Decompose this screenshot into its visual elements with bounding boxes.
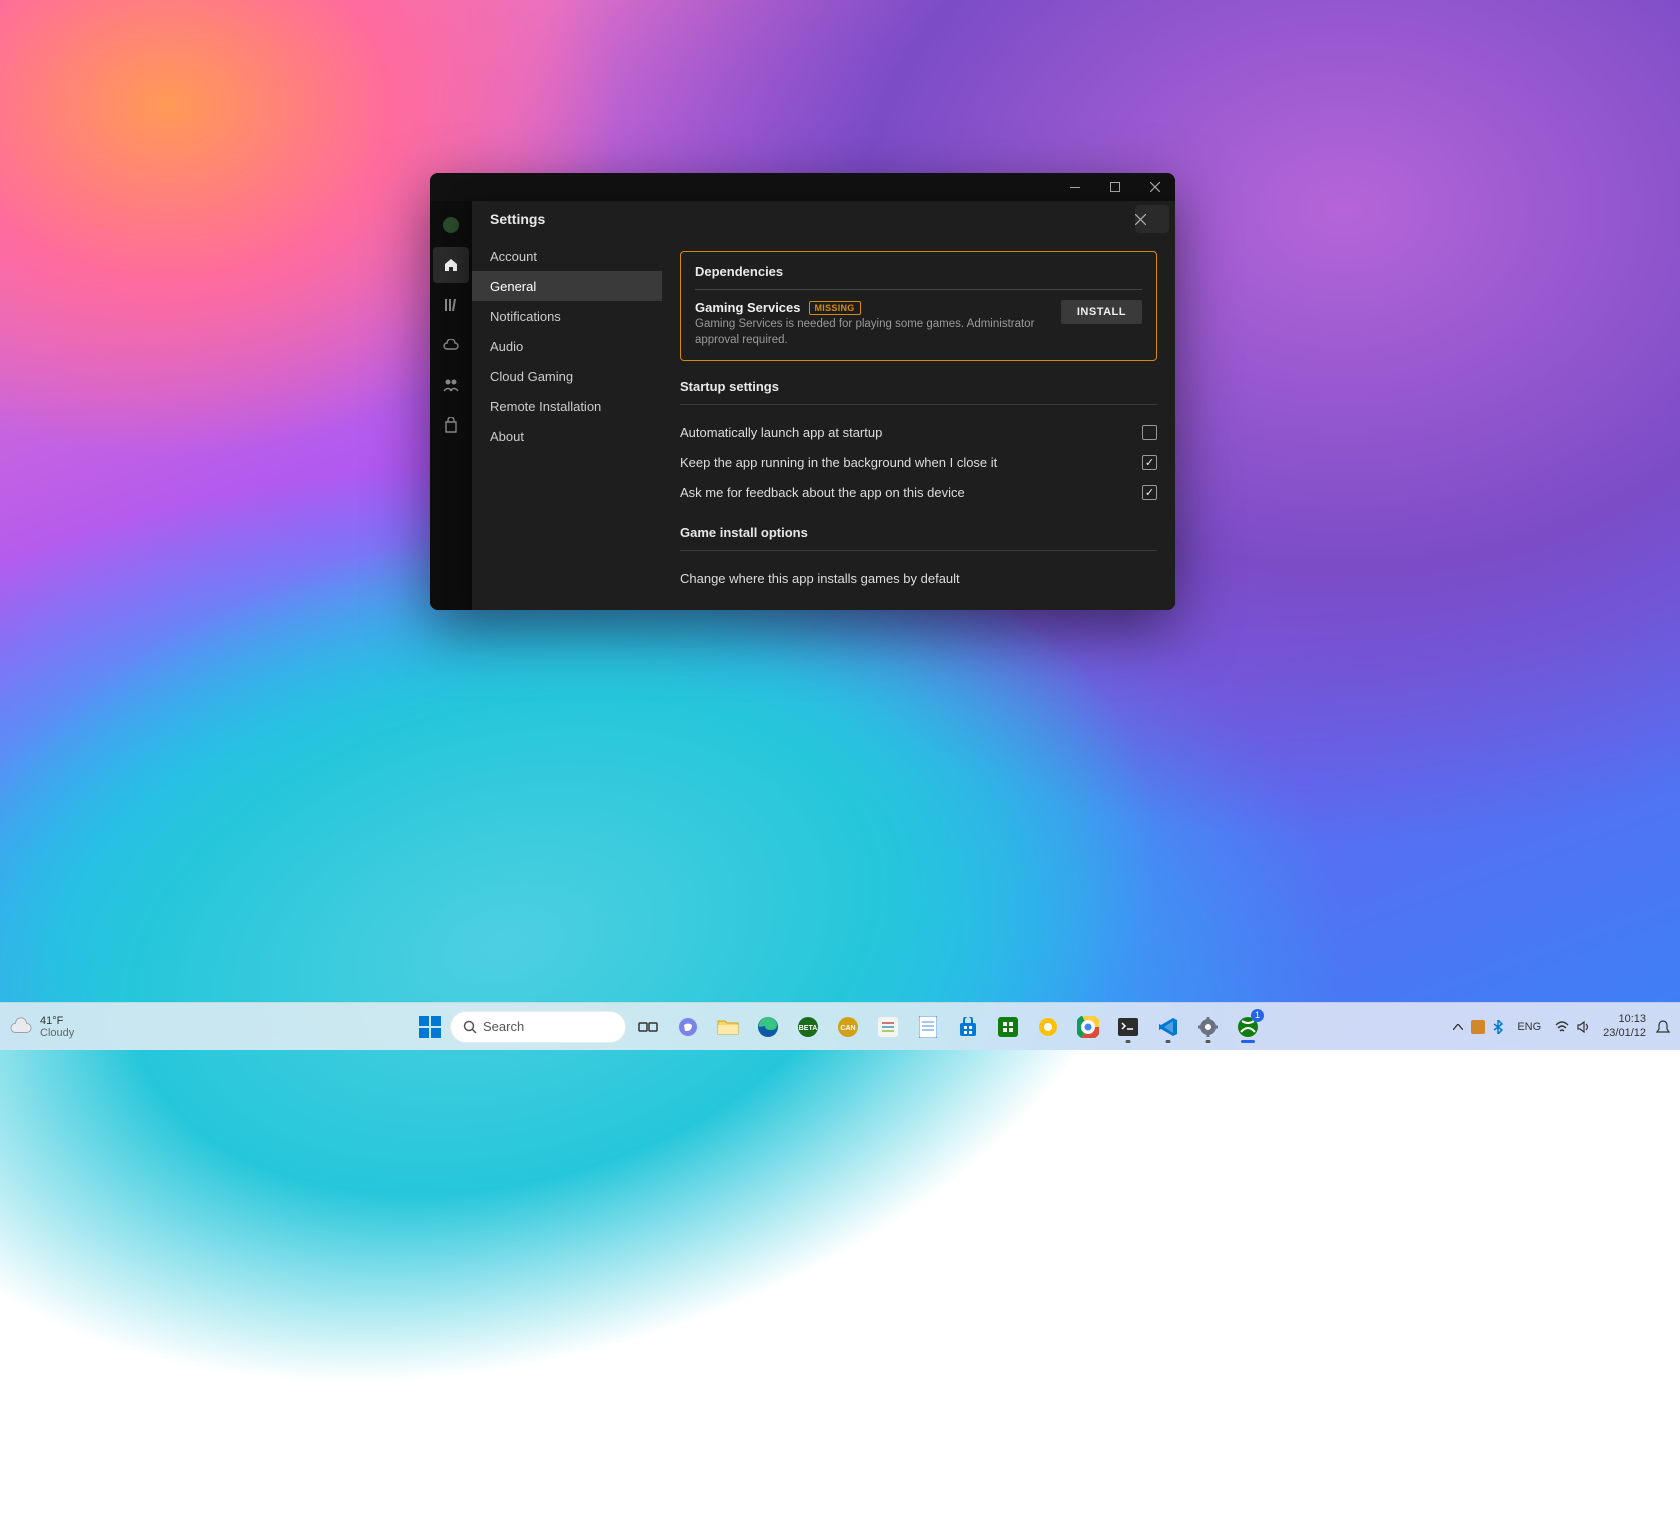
taskbar-clock[interactable]: 10:13 23/01/12 [1603, 1013, 1646, 1041]
tray-quick-settings[interactable] [1551, 1021, 1593, 1033]
settings-nav: Account General Notifications Audio Clou… [472, 237, 662, 610]
svg-text:BETA: BETA [799, 1025, 818, 1032]
settings-title: Settings [490, 211, 545, 227]
close-icon [1135, 214, 1146, 225]
taskbar-terminal[interactable] [1110, 1009, 1146, 1045]
install-button[interactable]: INSTALL [1061, 300, 1142, 324]
option-feedback: Ask me for feedback about the app on thi… [680, 477, 1157, 507]
taskbar-taskview[interactable] [630, 1009, 666, 1045]
settings-modal: Settings Account General Notifications A… [472, 201, 1175, 610]
nav-account[interactable]: Account [472, 241, 662, 271]
dependencies-heading: Dependencies [695, 264, 1142, 279]
taskbar-edge-canary[interactable]: CAN [830, 1009, 866, 1045]
weather-widget[interactable]: 41°F Cloudy [10, 1015, 74, 1039]
weather-condition: Cloudy [40, 1027, 74, 1039]
taskbar-vscode[interactable] [1150, 1009, 1186, 1045]
missing-badge: MISSING [809, 301, 861, 315]
windows-icon [419, 1016, 441, 1038]
taskbar-app-3[interactable] [1030, 1009, 1066, 1045]
badge-count: 1 [1251, 1009, 1264, 1022]
svg-text:CAN: CAN [840, 1025, 855, 1032]
tray-icon-1[interactable] [1471, 1020, 1485, 1034]
minimize-button[interactable] [1055, 173, 1095, 201]
window-titlebar [430, 173, 1175, 201]
app-sidebar [430, 201, 472, 610]
bag-icon [444, 417, 458, 433]
home-icon [443, 257, 459, 273]
tray-bluetooth[interactable] [1493, 1020, 1503, 1034]
nav-cloud-gaming[interactable]: Cloud Gaming [472, 361, 662, 391]
sidebar-friends[interactable] [433, 367, 469, 403]
taskbar-xbox-app[interactable]: 1 [1230, 1009, 1266, 1045]
startup-heading: Startup settings [680, 379, 1157, 394]
minimize-icon [1070, 187, 1080, 188]
bluetooth-icon [1493, 1020, 1503, 1034]
settings-content: Dependencies Gaming Services MISSING Gam… [662, 237, 1175, 610]
option-auto-launch: Automatically launch app at startup [680, 417, 1157, 447]
taskbar: 41°F Cloudy Search BETA CAN [0, 1002, 1680, 1050]
install-options-heading: Game install options [680, 525, 1157, 540]
sidebar-library[interactable] [433, 287, 469, 323]
close-icon [1150, 182, 1160, 192]
sidebar-cloud[interactable] [433, 327, 469, 363]
checkbox-auto-launch[interactable] [1142, 425, 1157, 440]
option-install-location: Change where this app installs games by … [680, 563, 1157, 593]
checkbox-feedback[interactable]: ✓ [1142, 485, 1157, 500]
close-window-button[interactable] [1135, 173, 1175, 201]
tray-language[interactable]: ENG [1517, 1021, 1541, 1033]
nav-about[interactable]: About [472, 421, 662, 451]
sidebar-home[interactable] [433, 247, 469, 283]
people-icon [443, 378, 459, 392]
option-background: Keep the app running in the background w… [680, 447, 1157, 477]
bell-icon [1656, 1020, 1670, 1034]
start-button[interactable] [414, 1011, 446, 1043]
wifi-icon [1555, 1021, 1569, 1033]
close-settings-button[interactable] [1135, 205, 1169, 233]
xbox-app-window: Instal game goes here. Settings Accou [430, 173, 1175, 610]
search-icon [463, 1020, 477, 1034]
dependency-description: Gaming Services is needed for playing so… [695, 317, 1049, 348]
system-tray: ENG 10:13 23/01/12 [1449, 1013, 1670, 1041]
taskbar-search[interactable]: Search [450, 1011, 626, 1043]
taskbar-store[interactable] [950, 1009, 986, 1045]
dependency-name: Gaming Services [695, 300, 801, 315]
desktop-wallpaper: Instal game goes here. Settings Accou [0, 0, 1680, 1050]
tray-notifications[interactable] [1656, 1020, 1670, 1034]
taskbar-settings[interactable] [1190, 1009, 1226, 1045]
chevron-up-icon [1453, 1024, 1463, 1030]
volume-icon [1577, 1021, 1589, 1033]
dependencies-card: Dependencies Gaming Services MISSING Gam… [680, 251, 1157, 361]
taskbar-edge[interactable] [750, 1009, 786, 1045]
taskbar-chat[interactable] [670, 1009, 706, 1045]
maximize-icon [1110, 182, 1120, 192]
nav-remote-installation[interactable]: Remote Installation [472, 391, 662, 421]
nav-audio[interactable]: Audio [472, 331, 662, 361]
sidebar-avatar[interactable] [433, 207, 469, 243]
taskbar-app-2[interactable] [990, 1009, 1026, 1045]
maximize-button[interactable] [1095, 173, 1135, 201]
cloud-icon [10, 1016, 32, 1038]
gear-icon [1198, 1017, 1218, 1037]
taskbar-chrome[interactable] [1070, 1009, 1106, 1045]
nav-general[interactable]: General [472, 271, 662, 301]
sidebar-store[interactable] [433, 407, 469, 443]
library-icon [443, 297, 459, 313]
taskbar-notepad[interactable] [910, 1009, 946, 1045]
checkbox-background[interactable]: ✓ [1142, 455, 1157, 470]
nav-notifications[interactable]: Notifications [472, 301, 662, 331]
tray-chevron[interactable] [1453, 1024, 1463, 1030]
taskbar-app-1[interactable] [870, 1009, 906, 1045]
cloud-icon [443, 339, 459, 351]
taskbar-explorer[interactable] [710, 1009, 746, 1045]
weather-temp: 41°F [40, 1015, 74, 1027]
taskbar-edge-beta[interactable]: BETA [790, 1009, 826, 1045]
